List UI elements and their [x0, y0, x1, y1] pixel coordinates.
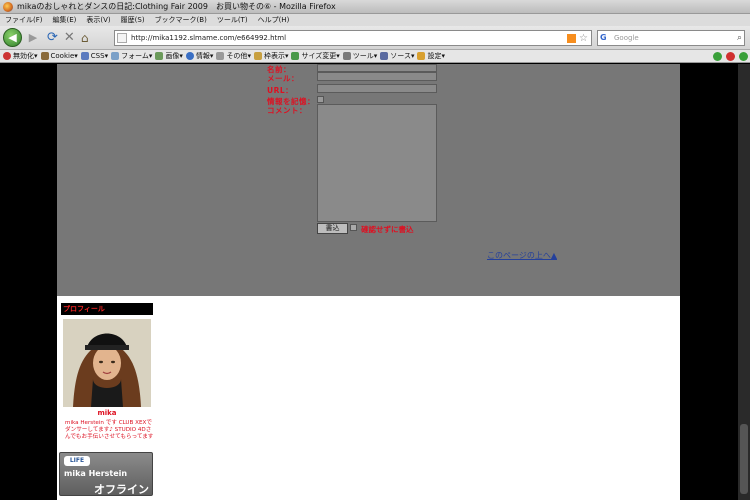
toolbar-status-icons — [713, 51, 748, 61]
reload-icon: ⟳ — [47, 30, 58, 45]
toolbar-disable[interactable]: 無効化 ▾ — [3, 51, 38, 61]
site-favicon-icon — [117, 33, 127, 43]
window-title: mikaのおしゃれとダンスの日記:Clothing Fair 2009 お買い物… — [17, 2, 336, 11]
toolbar-info-label: 情報 — [195, 52, 210, 60]
toolbar-images-label: 画像 — [165, 52, 180, 60]
toolbar-settings-label: 設定 — [427, 52, 442, 60]
toolbar-css[interactable]: CSS ▾ — [80, 52, 108, 60]
toolbar-css-label: CSS — [90, 52, 105, 60]
toolbar-settings[interactable]: 設定 ▾ — [417, 51, 445, 61]
css-icon — [80, 52, 89, 60]
valid-check-icon[interactable] — [713, 51, 722, 61]
toolbar-info[interactable]: 情報 ▾ — [185, 51, 213, 61]
menu-bar: ファイル(F) 編集(E) 表示(V) 履歴(S) ブックマーク(B) ツール(… — [0, 14, 750, 26]
forms-icon — [111, 52, 120, 60]
bookmark-star-icon[interactable]: ☆ — [579, 33, 588, 44]
ok-icon[interactable] — [739, 51, 748, 61]
url-text[interactable]: http://mika1192.slmame.com/e664992.html — [131, 34, 567, 42]
mail-field[interactable] — [317, 72, 437, 81]
nopreview-label: 確認せずに書込 — [361, 225, 414, 234]
submit-button[interactable]: 書込 — [317, 223, 348, 234]
menu-file[interactable]: ファイル(F) — [0, 15, 48, 25]
name-field[interactable] — [317, 64, 437, 72]
toolbar-tools[interactable]: ツール ▾ — [342, 51, 377, 61]
url-label: URL： — [267, 86, 294, 95]
web-developer-toolbar: 無効化 ▾ Cookie ▾ CSS ▾ フォーム ▾ 画像 ▾ 情報 ▾ その他 ▾ 枠表示… — [0, 50, 750, 63]
outline-icon — [253, 52, 262, 60]
menu-bookmarks[interactable]: ブックマーク(B) — [150, 15, 212, 25]
toolbar-source-label: ソース — [390, 52, 411, 60]
forward-arrow-icon: ▶ — [28, 31, 38, 44]
toolbar-outline-label: 枠表示 — [263, 52, 285, 60]
url-field[interactable] — [317, 84, 437, 93]
page-viewport: 名前： メール： URL： 情報を記憶： コメント： 書込 確認せずに書込 この… — [0, 64, 750, 500]
page-top-link[interactable]: このページの上へ▲ — [487, 250, 557, 261]
profile-avatar[interactable] — [63, 319, 151, 407]
nopreview-checkbox[interactable] — [350, 224, 357, 231]
toolbar-disable-label: 無効化 — [13, 52, 34, 60]
forward-button[interactable]: ▶ — [25, 30, 41, 46]
stop-button[interactable]: ✕ — [64, 30, 75, 45]
toolbar-cookie-label: Cookie — [50, 52, 75, 60]
menu-help[interactable]: ヘルプ(H) — [253, 15, 295, 25]
tools-icon — [342, 52, 351, 60]
sl-avatar-name: mika Herstein — [64, 469, 128, 478]
back-button[interactable]: ◀ — [3, 28, 22, 47]
profile-header: プロフィール — [61, 303, 153, 315]
avatar-portrait-icon — [63, 319, 151, 407]
info-icon — [185, 52, 194, 60]
toolbar-resize-label: サイズ変更 — [301, 52, 337, 60]
mail-label: メール： — [267, 74, 299, 83]
cookie-icon — [40, 52, 49, 60]
search-magnifier-icon[interactable]: ⌕ — [737, 33, 742, 43]
misc-icon — [216, 52, 225, 60]
dimmed-overlay-area: 名前： メール： URL： 情報を記憶： コメント： 書込 確認せずに書込 この… — [57, 64, 680, 296]
profile-name: mika — [97, 409, 117, 417]
search-input[interactable]: Google — [614, 34, 737, 42]
back-arrow-icon: ◀ — [8, 31, 17, 44]
settings-icon — [417, 52, 426, 60]
menu-history[interactable]: 履歴(S) — [116, 15, 150, 25]
second-life-logo-icon: LIFE — [64, 456, 90, 466]
error-icon[interactable] — [726, 51, 735, 61]
home-icon: ⌂ — [80, 30, 89, 45]
address-bar[interactable]: http://mika1192.slmame.com/e664992.html … — [114, 30, 592, 46]
second-life-status-badge[interactable]: LIFE mika Herstein オフライン — [59, 452, 153, 496]
home-button[interactable]: ⌂ — [81, 31, 89, 45]
firefox-icon — [3, 1, 13, 12]
toolbar-source[interactable]: ソース ▾ — [380, 51, 414, 61]
toolbar-forms[interactable]: フォーム ▾ — [111, 51, 152, 61]
toolbar-forms-label: フォーム — [121, 52, 149, 60]
toolbar-misc[interactable]: その他 ▾ — [216, 51, 251, 61]
remember-checkbox[interactable] — [317, 96, 324, 103]
vertical-scrollbar[interactable] — [738, 64, 750, 500]
toolbar-images[interactable]: 画像 ▾ — [155, 51, 183, 61]
comment-label: コメント： — [267, 106, 307, 115]
profile-description: mika Herstein です CLUB XEXでダンサーしてます♪ STUD… — [65, 420, 154, 440]
resize-icon — [291, 52, 300, 60]
toolbar-cookie[interactable]: Cookie ▾ — [40, 52, 78, 60]
images-icon — [155, 52, 164, 60]
comment-textarea[interactable] — [317, 104, 437, 222]
scrollbar-thumb[interactable] — [740, 424, 748, 494]
menu-view[interactable]: 表示(V) — [81, 15, 115, 25]
toolbar-resize[interactable]: サイズ変更 ▾ — [291, 51, 340, 61]
disable-icon — [3, 52, 11, 60]
toolbar-tools-label: ツール — [352, 52, 374, 60]
window-titlebar: mikaのおしゃれとダンスの日記:Clothing Fair 2009 お買い物… — [0, 0, 750, 14]
google-engine-icon[interactable]: G — [600, 33, 612, 43]
menu-tools[interactable]: ツール(T) — [212, 15, 253, 25]
sl-online-status: オフライン — [94, 483, 149, 496]
reload-button[interactable]: ⟳ — [47, 30, 58, 45]
toolbar-outline[interactable]: 枠表示 ▾ — [253, 51, 288, 61]
stop-icon: ✕ — [63, 30, 75, 45]
search-box[interactable]: G Google ⌕ — [597, 30, 745, 46]
source-icon — [380, 52, 389, 60]
rss-feed-icon[interactable] — [567, 33, 577, 43]
menu-edit[interactable]: 編集(E) — [48, 15, 82, 25]
sidebar-content: プロフィール mika mika Herstein です CLUB XEXでダン… — [57, 296, 680, 500]
toolbar-misc-label: その他 — [226, 52, 248, 60]
